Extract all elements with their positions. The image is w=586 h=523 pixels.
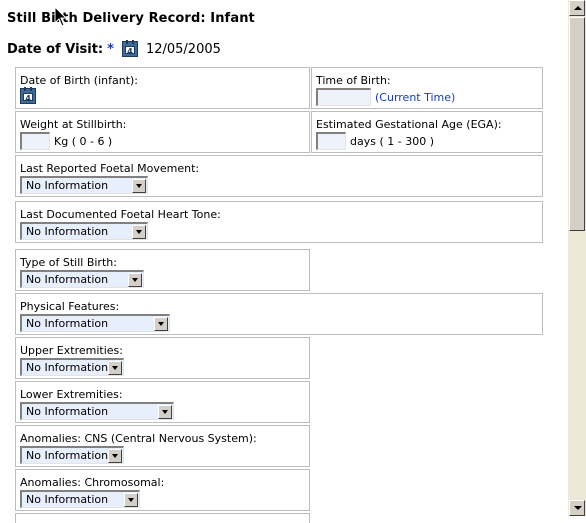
upper-extremities-value: No Information [26,361,108,374]
lower-extremities-label: Lower Extremities: [20,388,123,401]
heart-tone-section: Last Documented Foetal Heart Tone: No In… [14,200,544,244]
chromosomal-anomalies-select[interactable]: No Information [20,490,140,508]
weight-label: Weight at Stillbirth: [20,118,127,131]
vertical-scrollbar[interactable] [568,0,586,516]
physical-features-section: Physical Features: No Information [14,292,544,336]
calendar-icon[interactable] [20,87,36,104]
page-title: Still Birth Delivery Record: Infant [7,11,255,26]
foetal-movement-section: Last Reported Foetal Movement: No Inform… [14,154,544,198]
chevron-down-icon[interactable] [124,492,138,507]
weight-section: Weight at Stillbirth: Kg ( 0 - 6 ) [14,110,311,154]
time-of-birth-section: Time of Birth: (Current Time) [310,66,544,110]
cns-anomalies-select[interactable]: No Information [20,446,124,464]
still-birth-type-label: Type of Still Birth: [20,256,117,269]
foetal-movement-label: Last Reported Foetal Movement: [20,162,200,175]
heart-tone-label: Last Documented Foetal Heart Tone: [20,208,221,221]
cns-anomalies-label: Anomalies: CNS (Central Nervous System): [20,432,257,445]
time-of-birth-label: Time of Birth: [316,74,391,87]
scrollbar-thumb[interactable] [569,17,585,231]
visit-date-label: Date of Visit: [7,41,104,57]
upper-extremities-select[interactable]: No Information [20,358,124,376]
heart-tone-select[interactable]: No Information [20,222,148,240]
upper-extremities-label: Upper Extremities: [20,344,123,357]
chromosomal-anomalies-section: Anomalies: Chromosomal: No Information [14,468,311,512]
chevron-down-icon[interactable] [132,224,146,239]
calendar-icon[interactable] [121,40,138,57]
scroll-down-icon[interactable] [569,500,585,516]
chevron-down-icon[interactable] [108,448,122,463]
chevron-down-icon[interactable] [128,272,142,287]
weight-unit: Kg ( 0 - 6 ) [54,134,113,148]
time-of-birth-input[interactable] [316,88,371,106]
upper-extremities-section: Upper Extremities: No Information [14,336,311,380]
cns-anomalies-section: Anomalies: CNS (Central Nervous System):… [14,424,311,468]
chevron-down-icon[interactable] [154,316,168,331]
ega-unit: days ( 1 - 300 ) [350,134,434,148]
dob-label: Date of Birth (infant): [20,74,139,87]
lower-extremities-section: Lower Extremities: No Information [14,380,311,424]
chromosomal-anomalies-label: Anomalies: Chromosomal: [20,476,165,489]
lower-extremities-value: No Information [26,405,109,418]
visit-date-value: 12/05/2005 [145,41,221,57]
physical-features-select[interactable]: No Information [20,314,170,332]
lower-extremities-select[interactable]: No Information [20,402,174,420]
physical-features-value: No Information [26,317,109,330]
dob-section: Date of Birth (infant): [14,66,311,110]
foetal-movement-value: No Information [26,179,109,192]
ega-label: Estimated Gestational Age (EGA): [316,118,502,131]
chromosomal-anomalies-value: No Information [26,493,109,506]
chevron-down-icon[interactable] [132,178,146,193]
current-time-link[interactable]: (Current Time) [375,91,455,104]
required-mark: * [107,41,114,57]
scroll-up-icon[interactable] [569,0,585,16]
visit-date-row: Date of Visit: * 12/05/2005 [7,40,221,58]
still-birth-type-select[interactable]: No Information [20,270,144,288]
still-birth-type-value: No Information [26,273,109,286]
still-birth-type-section: Type of Still Birth: No Information [14,248,311,292]
weight-input[interactable] [20,132,50,150]
chevron-down-icon[interactable] [158,404,172,419]
heart-tone-value: No Information [26,225,109,238]
ega-input[interactable] [316,132,346,150]
cns-anomalies-value: No Information [26,449,108,462]
chevron-down-icon[interactable] [108,360,122,375]
next-section-partial [14,512,311,523]
physical-features-label: Physical Features: [20,300,120,313]
ega-section: Estimated Gestational Age (EGA): days ( … [310,110,544,154]
foetal-movement-select[interactable]: No Information [20,176,148,194]
mouse-pointer-icon [54,6,68,27]
